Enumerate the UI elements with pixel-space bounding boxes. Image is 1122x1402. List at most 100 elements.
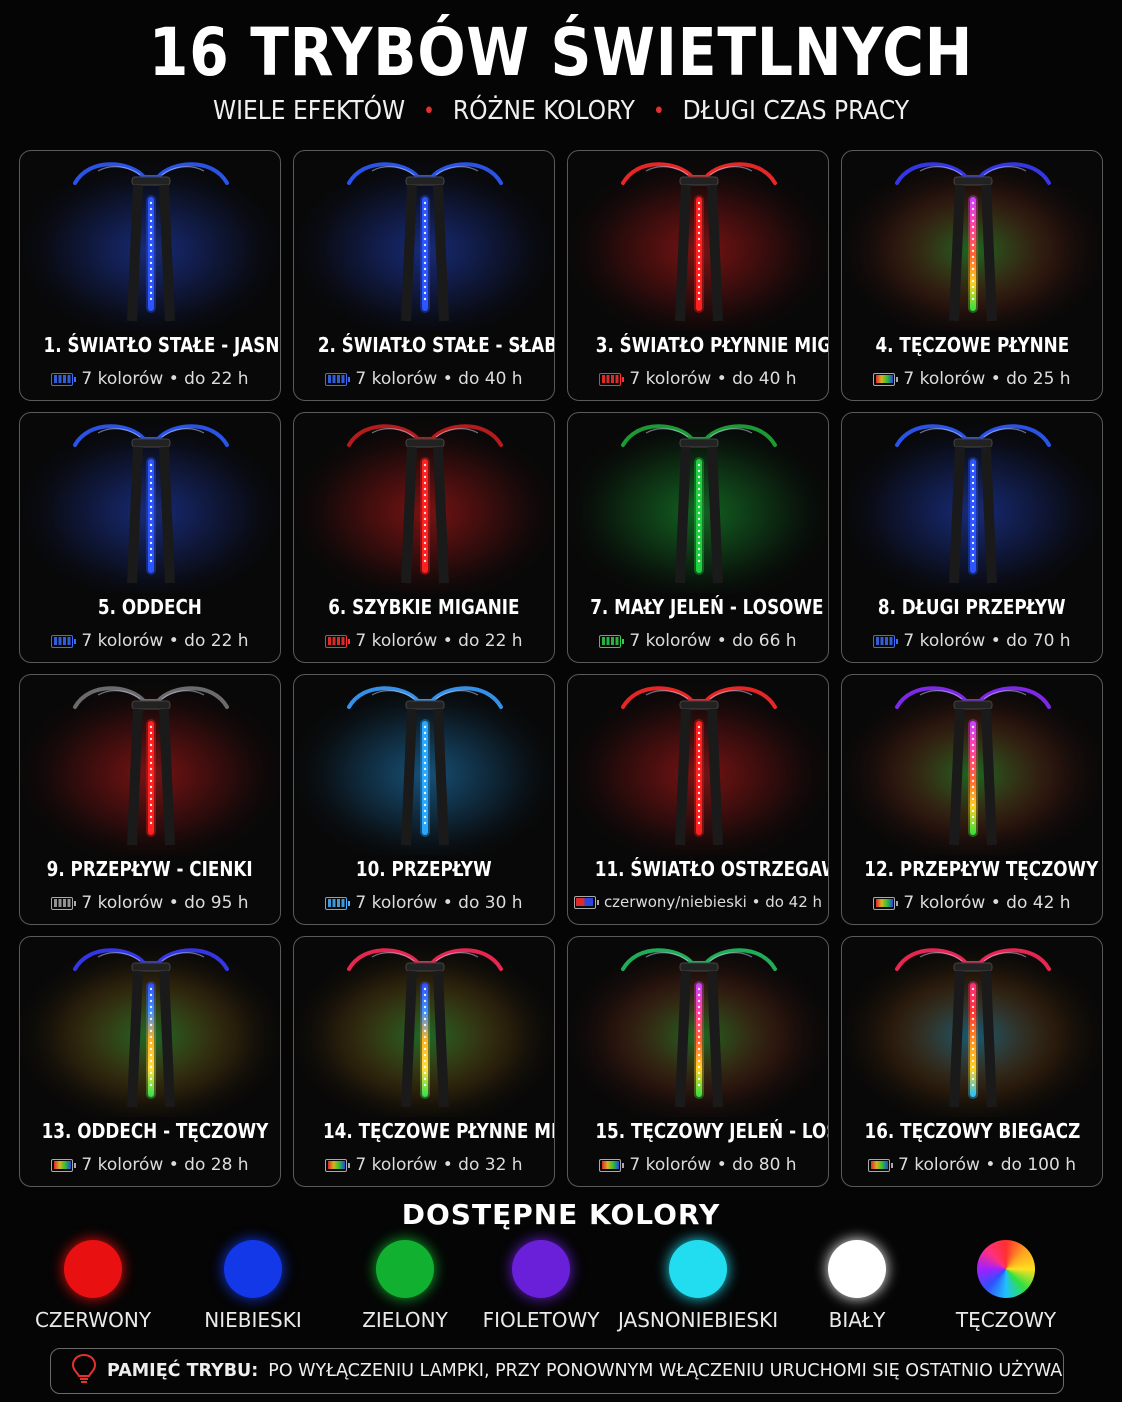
bike-light-illustration	[842, 937, 1102, 1117]
mode-title-text: 14. TĘCZOWE PŁYNNE MIGAJĄCE	[322, 1119, 555, 1143]
mode-title: 2. ŚWIATŁO STAŁE - SŁABE	[294, 333, 554, 357]
feature-item: WIELE EFEKTÓW	[212, 96, 406, 126]
mode-title: 1. ŚWIATŁO STAŁE - JASNE	[20, 333, 280, 357]
mode-meta: 7 kolorów • do 70 h	[842, 631, 1102, 651]
color-circle	[512, 1240, 570, 1298]
color-circle	[64, 1240, 122, 1298]
bike-light-illustration	[20, 675, 280, 855]
battery-icon	[873, 634, 899, 648]
color-swatch: CZERWONY	[13, 1240, 173, 1332]
mode-meta-text: 7 kolorów • do 25 h	[903, 369, 1071, 389]
mode-meta: 7 kolorów • do 66 h	[568, 631, 828, 651]
mode-meta-text: 7 kolorów • do 100 h	[898, 1155, 1076, 1175]
bike-light-illustration	[294, 675, 554, 855]
mode-card: 5. ODDECH 7 kolorów • do 22 h	[19, 412, 281, 663]
color-circle	[977, 1240, 1035, 1298]
page-title: 16 TRYBÓW ŚWIETLNYCH	[148, 14, 974, 91]
color-swatch: BIAŁY	[777, 1240, 937, 1332]
mode-meta: czerwony/niebieski • do 42 h	[568, 893, 828, 911]
battery-icon	[325, 896, 351, 910]
feature-list: WIELE EFEKTÓW • RÓŻNE KOLORY • DŁUGI CZA…	[0, 96, 1122, 126]
mode-title: 15. TĘCZOWY JELEŃ - LOSOWE	[568, 1119, 828, 1143]
mode-meta: 7 kolorów • do 25 h	[842, 369, 1102, 389]
color-swatch: TĘCZOWY	[926, 1240, 1086, 1332]
mode-meta: 7 kolorów • do 80 h	[568, 1155, 828, 1175]
color-circle	[376, 1240, 434, 1298]
mode-card: 12. PRZEPŁYW TĘCZOWY 7 kolorów • do 42 h	[841, 674, 1103, 925]
mode-meta-text: 7 kolorów • do 66 h	[629, 631, 797, 651]
mode-meta: 7 kolorów • do 22 h	[20, 631, 280, 651]
mode-card: 3. ŚWIATŁO PŁYNNIE MIGAJĄCE 7 kolorów • d…	[567, 150, 829, 401]
mode-title-text: 11. ŚWIATŁO OSTRZEGAWCZE	[594, 857, 828, 881]
mode-meta-text: 7 kolorów • do 22 h	[355, 631, 523, 651]
separator-dot: •	[423, 98, 435, 124]
bike-light-illustration	[294, 937, 554, 1117]
mode-title: 3. ŚWIATŁO PŁYNNIE MIGAJĄCE	[568, 333, 828, 357]
mode-card: 14. TĘCZOWE PŁYNNE MIGAJĄCE 7 kolorów • d…	[293, 936, 555, 1187]
color-name: CZERWONY	[34, 1308, 152, 1332]
battery-icon	[51, 372, 77, 386]
mode-title-text: 4. TĘCZOWE PŁYNNE	[875, 333, 1069, 357]
bike-light-illustration	[20, 151, 280, 331]
battery-icon	[599, 634, 625, 648]
bike-light-illustration	[568, 937, 828, 1117]
mode-card: 16. TĘCZOWY BIEGACZ 7 kolorów • do 100 h	[841, 936, 1103, 1187]
mode-title: 7. MAŁY JELEŃ - LOSOWE	[568, 595, 828, 619]
mode-title-text: 5. ODDECH	[98, 595, 202, 619]
mode-meta-text: 7 kolorów • do 28 h	[81, 1155, 249, 1175]
mode-card: 4. TĘCZOWE PŁYNNE 7 kolorów • do 25 h	[841, 150, 1103, 401]
mode-title-text: 3. ŚWIATŁO PŁYNNIE MIGAJĄCE	[595, 333, 828, 357]
mode-meta-text: 7 kolorów • do 22 h	[81, 369, 249, 389]
mode-card: 1. ŚWIATŁO STAŁE - JASNE 7 kolorów • do 2…	[19, 150, 281, 401]
mode-meta: 7 kolorów • do 22 h	[20, 369, 280, 389]
mode-card: 10. PRZEPŁYW 7 kolorów • do 30 h	[293, 674, 555, 925]
memory-text: PO WYŁĄCZENIU LAMPKI, PRZY PONOWNYM WŁĄC…	[268, 1361, 1064, 1381]
bike-light-illustration	[294, 413, 554, 593]
mode-title: 12. PRZEPŁYW TĘCZOWY	[842, 857, 1102, 881]
memory-note: PAMIĘĆ TRYBU: PO WYŁĄCZENIU LAMPKI, PRZY…	[50, 1348, 1064, 1394]
feature-item: DŁUGI CZAS PRACY	[682, 96, 909, 126]
battery-icon	[873, 896, 899, 910]
mode-card: 6. SZYBKIE MIGANIE 7 kolorów • do 22 h	[293, 412, 555, 663]
bike-light-illustration	[842, 151, 1102, 331]
color-name: NIEBIESKI	[204, 1308, 302, 1332]
color-name: BIAŁY	[828, 1308, 886, 1332]
battery-icon	[325, 1158, 351, 1172]
mode-title-text: 9. PRZEPŁYW - CIENKI	[46, 857, 254, 881]
bike-light-illustration	[20, 937, 280, 1117]
mode-title-text: 6. SZYBKIE MIGANIE	[328, 595, 520, 619]
mode-meta-text: 7 kolorów • do 70 h	[903, 631, 1071, 651]
color-swatch: FIOLETOWY	[461, 1240, 621, 1332]
mode-title-text: 15. TĘCZOWY JELEŃ - LOSOWE	[595, 1119, 828, 1143]
mode-meta: 7 kolorów • do 42 h	[842, 893, 1102, 913]
mode-title: 13. ODDECH - TĘCZOWY	[20, 1119, 280, 1143]
color-swatches: CZERWONY NIEBIESKI ZIELONY FIOLETOWY JASNONI…	[0, 1240, 1122, 1340]
mode-meta: 7 kolorów • do 40 h	[568, 369, 828, 389]
mode-meta: 7 kolorów • do 30 h	[294, 893, 554, 913]
bike-light-illustration	[294, 151, 554, 331]
battery-icon	[325, 372, 351, 386]
mode-title: 9. PRZEPŁYW - CIENKI	[20, 857, 280, 881]
bike-light-illustration	[568, 413, 828, 593]
battery-icon	[599, 372, 625, 386]
color-swatch: JASNONIEBIESKI	[618, 1240, 778, 1332]
color-name: TĘCZOWY	[955, 1308, 1057, 1332]
battery-icon	[51, 896, 77, 910]
mode-title: 16. TĘCZOWY BIEGACZ	[842, 1119, 1102, 1143]
mode-title-text: 8. DŁUGI PRZEPŁYW	[878, 595, 1066, 619]
mode-meta-text: czerwony/niebieski • do 42 h	[603, 893, 823, 911]
mode-title: 14. TĘCZOWE PŁYNNE MIGAJĄCE	[294, 1119, 554, 1143]
battery-icon	[325, 634, 351, 648]
battery-icon	[868, 1158, 894, 1172]
mode-title-text: 13. ODDECH - TĘCZOWY	[41, 1119, 269, 1143]
mode-meta: 7 kolorów • do 95 h	[20, 893, 280, 913]
mode-meta-text: 7 kolorów • do 32 h	[355, 1155, 523, 1175]
mode-meta-text: 7 kolorów • do 30 h	[355, 893, 523, 913]
color-name: JASNONIEBIESKI	[618, 1308, 779, 1332]
mode-title: 6. SZYBKIE MIGANIE	[294, 595, 554, 619]
memory-label: PAMIĘĆ TRYBU:	[107, 1361, 259, 1381]
mode-title: 8. DŁUGI PRZEPŁYW	[842, 595, 1102, 619]
color-circle	[224, 1240, 282, 1298]
mode-card: 9. PRZEPŁYW - CIENKI 7 kolorów • do 95 h	[19, 674, 281, 925]
mode-meta-text: 7 kolorów • do 40 h	[355, 369, 523, 389]
